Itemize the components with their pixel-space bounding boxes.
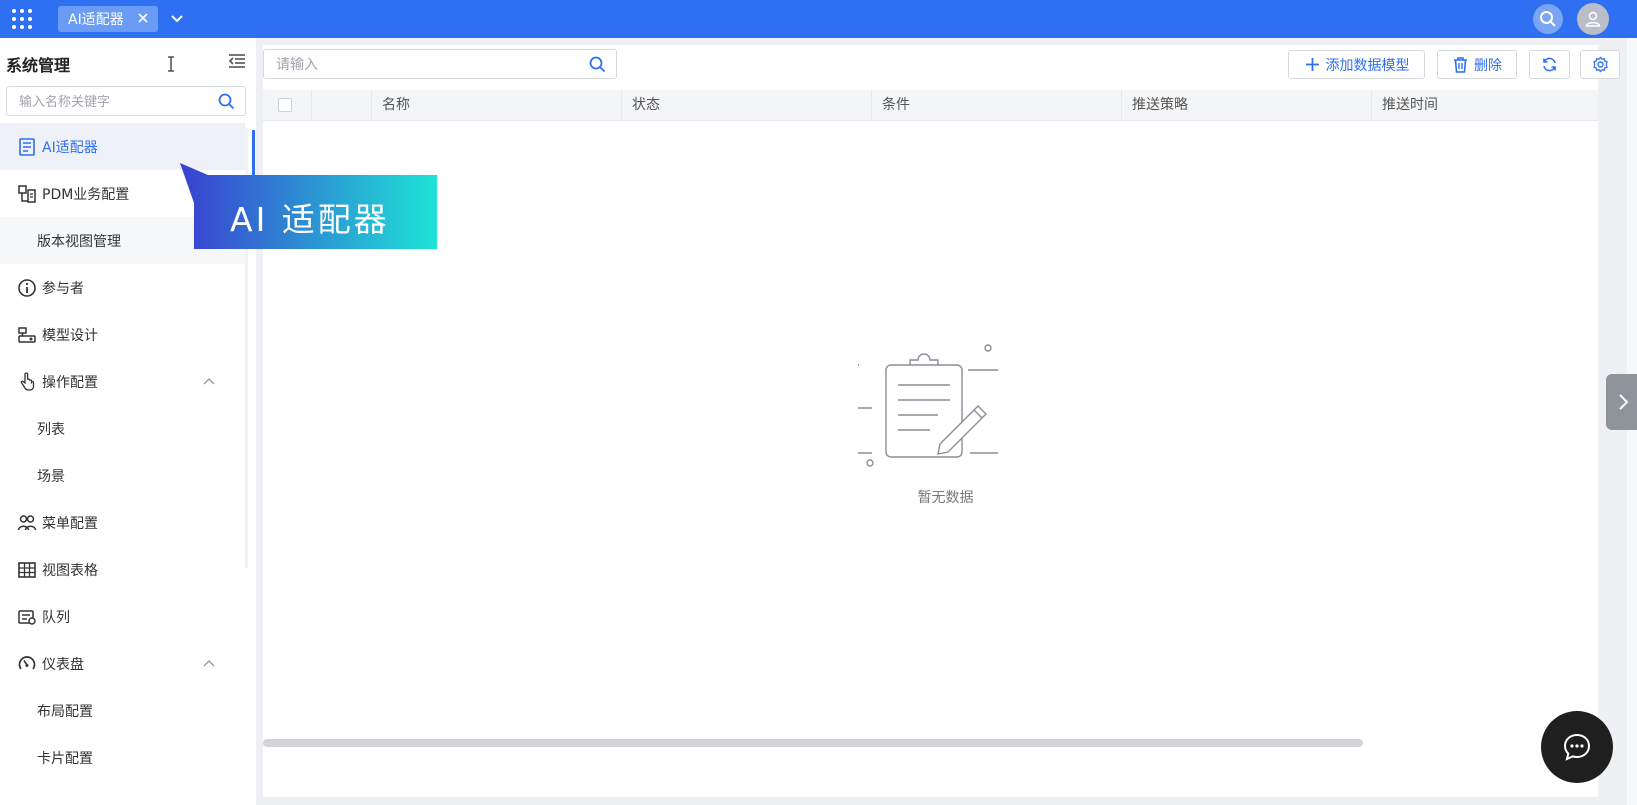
sidebar: 系统管理 AI适配器 PDM业务配置 — [0, 38, 256, 805]
sidebar-title: 系统管理 — [6, 56, 71, 75]
sidebar-search-input[interactable] — [7, 87, 211, 117]
sidebar-item-label: 卡片配置 — [37, 750, 93, 767]
gear-icon — [1592, 56, 1608, 73]
tab-ai-adapter[interactable]: AI适配器 — [58, 6, 158, 32]
sidebar-item-label: 布局配置 — [37, 703, 93, 720]
document-list-icon — [19, 137, 35, 156]
global-search-button[interactable] — [1533, 4, 1563, 34]
sidebar-item-dashboard[interactable]: 仪表盘 — [0, 640, 245, 687]
chat-bubble-icon — [1563, 733, 1591, 761]
callout-label: AI 适配器 — [230, 200, 390, 239]
users-icon — [17, 514, 37, 530]
column-header-status[interactable]: 状态 — [621, 90, 871, 120]
search-icon — [1540, 11, 1556, 27]
model-design-icon — [18, 326, 36, 343]
hand-pointer-icon — [20, 371, 35, 391]
column-header-condition[interactable]: 条件 — [871, 90, 1121, 120]
empty-state-text: 暂无数据 — [917, 490, 974, 506]
sidebar-item-card-config[interactable]: 卡片配置 — [0, 734, 245, 781]
chevron-up-icon[interactable] — [203, 376, 215, 386]
delete-label: 删除 — [1474, 57, 1502, 74]
chat-assistant-button[interactable] — [1541, 711, 1613, 783]
sidebar-item-queue[interactable]: 队列 — [0, 593, 245, 640]
expand-panel-handle[interactable] — [1606, 374, 1637, 430]
collapse-menu-icon[interactable] — [228, 53, 246, 69]
dashboard-icon — [18, 655, 36, 670]
sidebar-item-list[interactable]: 列表 — [0, 405, 245, 452]
user-avatar-icon — [1585, 11, 1601, 27]
refresh-button[interactable] — [1529, 50, 1570, 79]
main-content: 添加数据模型 删除 名称 状态 条件 推送策略 推送时间 — [263, 45, 1620, 797]
apps-grid-icon[interactable] — [10, 7, 34, 31]
sidebar-item-layout-config[interactable]: 布局配置 — [0, 687, 245, 734]
top-navigation-bar: AI适配器 — [0, 0, 1637, 38]
trash-icon — [1454, 57, 1467, 73]
chevron-down-icon[interactable] — [168, 10, 186, 28]
delete-button[interactable]: 删除 — [1437, 50, 1517, 79]
sidebar-item-label: 仪表盘 — [42, 656, 84, 673]
sidebar-item-label: 操作配置 — [42, 374, 98, 391]
avatar[interactable] — [1577, 3, 1609, 35]
sidebar-item-label: 参与者 — [42, 280, 84, 297]
table-icon — [18, 561, 36, 578]
chevron-right-icon — [1618, 394, 1628, 410]
settings-button[interactable] — [1580, 50, 1620, 79]
sidebar-item-model-design[interactable]: 模型设计 — [0, 311, 245, 358]
sidebar-item-label: AI适配器 — [42, 139, 98, 156]
empty-clipboard-icon — [858, 344, 998, 467]
sidebar-item-label: 场景 — [37, 468, 65, 485]
tab-label: AI适配器 — [68, 12, 124, 28]
sidebar-item-label: 菜单配置 — [42, 515, 98, 532]
sidebar-item-menu-config[interactable]: 菜单配置 — [0, 499, 245, 546]
sidebar-item-label: PDM业务配置 — [42, 186, 130, 203]
column-header-push-time[interactable]: 推送时间 — [1371, 90, 1598, 120]
sidebar-item-scene[interactable]: 场景 — [0, 452, 245, 499]
business-config-icon — [18, 184, 36, 203]
refresh-icon — [1543, 57, 1556, 72]
column-header-index — [311, 90, 371, 120]
horizontal-scrollbar[interactable] — [263, 739, 1363, 747]
sidebar-item-participants[interactable]: 参与者 — [0, 264, 245, 311]
main-search-input[interactable] — [264, 50, 578, 80]
select-all-checkbox[interactable] — [278, 98, 292, 112]
column-header-push-strategy[interactable]: 推送策略 — [1121, 90, 1371, 120]
main-search[interactable] — [263, 49, 617, 80]
add-data-model-button[interactable]: 添加数据模型 — [1288, 50, 1425, 79]
sidebar-item-label: 版本视图管理 — [37, 233, 121, 250]
sidebar-item-label: 列表 — [37, 421, 65, 438]
sidebar-item-label: 视图表格 — [42, 562, 98, 579]
text-cursor-icon — [168, 56, 174, 72]
sidebar-item-operation-config[interactable]: 操作配置 — [0, 358, 245, 405]
table-header: 名称 状态 条件 推送策略 推送时间 — [263, 90, 1598, 121]
search-icon[interactable] — [218, 93, 235, 110]
sidebar-item-label: 模型设计 — [42, 327, 98, 344]
chevron-up-icon[interactable] — [203, 658, 215, 668]
sidebar-item-view-table[interactable]: 视图表格 — [0, 546, 245, 593]
plus-icon — [1305, 58, 1319, 71]
sidebar-search[interactable] — [6, 86, 246, 117]
close-icon[interactable] — [136, 11, 150, 25]
info-circle-icon — [18, 278, 36, 297]
sidebar-item-label: 队列 — [42, 609, 70, 626]
column-header-name[interactable]: 名称 — [371, 90, 621, 120]
queue-icon — [18, 609, 36, 625]
add-data-model-label: 添加数据模型 — [1325, 57, 1410, 74]
search-icon[interactable] — [589, 56, 606, 73]
